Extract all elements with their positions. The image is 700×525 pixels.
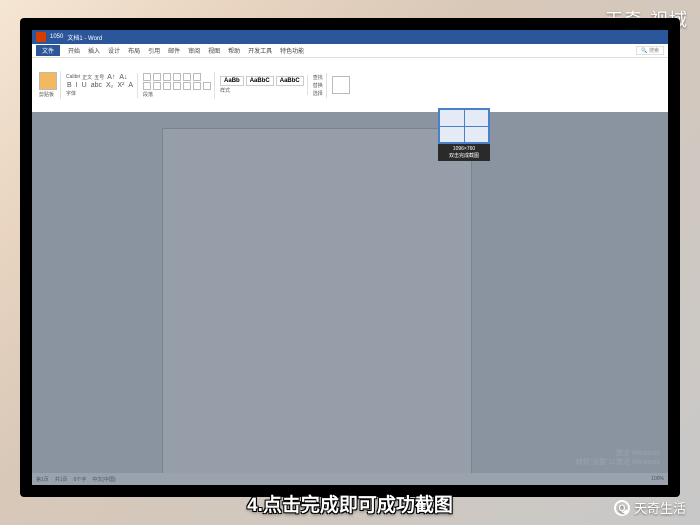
underline-button[interactable]: U [81,82,88,89]
tab-references[interactable]: 引用 [148,46,160,55]
status-chars[interactable]: 0个字 [74,476,87,483]
borders-button[interactable] [203,82,211,90]
paragraph-group: 段落 [140,72,215,99]
strike-button[interactable]: abc [90,82,103,89]
multilevel-button[interactable] [163,73,171,81]
increase-font-icon[interactable]: A↑ [106,74,116,81]
status-lang[interactable]: 中文(中国) [92,476,115,483]
screenshot-tooltip: 1096×760 双击完成截图 [438,108,490,161]
windows-activation-watermark: 激活 Windows 转到"设置"以激活 Windows [576,449,660,467]
editing-group: 查找 替换 选择 [310,73,327,98]
style-heading2[interactable]: AaBbC [276,76,304,86]
decrease-font-icon[interactable]: A↓ [118,74,128,81]
font-group: Calibri 正文 五号 A↑ A↓ B I U abc X₂ X² A [63,73,138,98]
indent-increase-button[interactable] [183,73,191,81]
bold-button[interactable]: B [66,82,73,89]
clipboard-group: 剪贴板 [36,71,61,99]
shading-button[interactable] [193,82,201,90]
font-group-label: 字体 [66,90,134,97]
find-button[interactable]: 查找 [313,74,323,81]
align-right-button[interactable] [163,82,171,90]
status-zoom[interactable]: 100% [651,476,664,482]
tab-review[interactable]: 审阅 [188,46,200,55]
clipboard-label: 剪贴板 [39,91,57,98]
styles-group-label: 样式 [220,87,304,94]
addin-button[interactable] [332,76,350,94]
replace-button[interactable]: 替换 [313,82,323,89]
video-subtitle: 4.点击完成即可成功截图 [247,490,453,517]
select-button[interactable]: 选择 [313,90,323,97]
align-justify-button[interactable] [173,82,181,90]
watermark-logo-icon: Q [614,500,630,516]
tab-help[interactable]: 帮助 [228,46,240,55]
indent-decrease-button[interactable] [173,73,181,81]
sort-button[interactable] [193,73,201,81]
tab-home[interactable]: 开始 [68,46,80,55]
font-color-button[interactable]: A [127,82,134,89]
title-doc: 文档1 - Word [67,33,102,42]
tab-design[interactable]: 设计 [108,46,120,55]
title-prefix: 1050 [50,34,63,40]
bullets-button[interactable] [143,73,151,81]
subscript-button[interactable]: X₂ [105,82,114,89]
paste-button[interactable] [39,72,57,90]
italic-button[interactable]: I [75,82,79,89]
line-spacing-button[interactable] [183,82,191,90]
style-normal[interactable]: AaBb [220,76,244,86]
document-page[interactable] [162,128,472,485]
tab-layout[interactable]: 布局 [128,46,140,55]
menu-bar: 文件 开始 插入 设计 布局 引用 邮件 审阅 视图 帮助 开发工具 特色功能 … [32,44,668,58]
ribbon-highlight-area: 1050 文档1 - Word 文件 开始 插入 设计 布局 引用 邮件 审阅 … [32,30,668,112]
font-name-select[interactable]: Calibri [66,74,80,80]
tab-developer[interactable]: 开发工具 [248,46,272,55]
search-box[interactable]: 🔍 搜索 [636,46,664,55]
tab-features[interactable]: 特色功能 [280,46,304,55]
status-bar: 第1页 共1页 0个字 中文(中国) 100% [32,473,668,485]
font-size-select[interactable]: 五号 [94,74,104,81]
style-heading1[interactable]: AaBbC [246,76,274,86]
status-page[interactable]: 第1页 [36,476,49,483]
screen: 1050 文档1 - Word 文件 开始 插入 设计 布局 引用 邮件 审阅 … [32,30,668,485]
word-icon [36,32,46,42]
file-button[interactable]: 文件 [36,45,60,56]
superscript-button[interactable]: X² [116,82,125,89]
paragraph-group-label: 段落 [143,91,211,98]
title-bar: 1050 文档1 - Word [32,30,668,44]
ribbon: 剪贴板 Calibri 正文 五号 A↑ A↓ B I U abc [32,58,668,112]
styles-group: AaBb AaBbC AaBbC 样式 [217,75,308,95]
align-center-button[interactable] [153,82,161,90]
addins-group [329,75,353,95]
tab-insert[interactable]: 插入 [88,46,100,55]
align-left-button[interactable] [143,82,151,90]
tooltip-text: 双击完成截图 [439,152,489,159]
search-icon: 🔍 [641,48,647,54]
tab-view[interactable]: 视图 [208,46,220,55]
screenshot-thumbnail[interactable] [438,108,490,144]
monitor-bezel: 1050 文档1 - Word 文件 开始 插入 设计 布局 引用 邮件 审阅 … [20,18,680,497]
numbering-button[interactable] [153,73,161,81]
status-pages[interactable]: 共1页 [55,476,68,483]
font-style-select[interactable]: 正文 [82,74,92,81]
tab-mailings[interactable]: 邮件 [168,46,180,55]
video-watermark-bottom: Q 天奇生活 [614,498,686,517]
